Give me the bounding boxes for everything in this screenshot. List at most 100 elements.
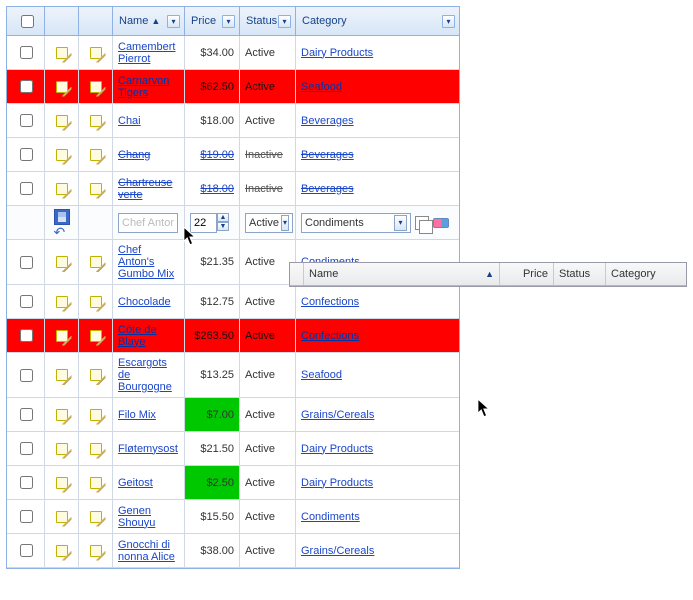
edit-icon[interactable]	[88, 407, 104, 423]
cell-edit2[interactable]	[79, 104, 113, 137]
cell-edit2[interactable]	[79, 432, 113, 465]
row-checkbox[interactable]	[20, 476, 33, 489]
chevron-down-icon[interactable]: ▾	[222, 15, 235, 28]
table-row[interactable]: Camembert Pierrot$34.00ActiveDairy Produ…	[7, 36, 459, 70]
cell-edit1[interactable]	[45, 432, 79, 465]
row-checkbox[interactable]	[20, 544, 33, 557]
cell-name[interactable]: Escargots de Bourgogne	[113, 353, 185, 397]
cell-checkbox[interactable]	[7, 398, 45, 431]
cell-name[interactable]: Gnocchi di nonna Alice	[113, 534, 185, 567]
small-header-price[interactable]: Price	[500, 263, 554, 285]
chevron-down-icon[interactable]: ▾	[278, 15, 291, 28]
cell-category[interactable]: Dairy Products	[296, 466, 459, 499]
edit-icon[interactable]	[54, 147, 70, 163]
cell-edit2[interactable]	[79, 240, 113, 284]
row-checkbox[interactable]	[20, 182, 33, 195]
cell-edit1[interactable]	[45, 36, 79, 69]
cell-checkbox[interactable]	[7, 285, 45, 318]
name-input[interactable]	[118, 213, 178, 233]
cell-edit1[interactable]	[45, 319, 79, 352]
edit-icon[interactable]	[88, 328, 104, 344]
cell-category[interactable]: Beverages	[296, 104, 459, 137]
edit-icon[interactable]	[54, 441, 70, 457]
cell-edit2[interactable]	[79, 70, 113, 103]
cell-edit1[interactable]	[45, 172, 79, 205]
cell-checkbox[interactable]	[7, 104, 45, 137]
row-checkbox[interactable]	[20, 148, 33, 161]
edit-icon[interactable]	[88, 147, 104, 163]
edit-icon[interactable]	[88, 254, 104, 270]
cell-category[interactable]: Grains/Cereals	[296, 534, 459, 567]
row-checkbox[interactable]	[20, 295, 33, 308]
row-checkbox[interactable]	[20, 80, 33, 93]
cell-edit2[interactable]	[79, 138, 113, 171]
edit-icon[interactable]	[54, 113, 70, 129]
header-category[interactable]: Category ▾	[296, 7, 459, 35]
edit-icon[interactable]	[54, 407, 70, 423]
cell-name[interactable]: Genen Shouyu	[113, 500, 185, 533]
cell-checkbox[interactable]	[7, 138, 45, 171]
edit-icon[interactable]	[54, 45, 70, 61]
cell-category[interactable]: Confections	[296, 285, 459, 318]
category-combobox[interactable]: Condiments▾	[301, 213, 411, 233]
cell-category[interactable]: Grains/Cereals	[296, 398, 459, 431]
cell-edit2[interactable]	[79, 534, 113, 567]
cell-checkbox[interactable]	[7, 319, 45, 352]
chevron-down-icon[interactable]: ▾	[394, 215, 407, 231]
table-row[interactable]: Côte de Blaye$263.50ActiveConfections	[7, 319, 459, 353]
edit-icon[interactable]	[88, 509, 104, 525]
copy-icon[interactable]	[415, 216, 429, 230]
cell-checkbox[interactable]	[7, 172, 45, 205]
chevron-down-icon[interactable]: ▾	[281, 215, 289, 231]
cell-category[interactable]: Seafood	[296, 353, 459, 397]
cell-name[interactable]: Chang	[113, 138, 185, 171]
edit-icon[interactable]	[54, 79, 70, 95]
cell-category[interactable]: Dairy Products	[296, 36, 459, 69]
cell-checkbox[interactable]	[7, 240, 45, 284]
cell-edit1[interactable]	[45, 466, 79, 499]
edit-icon[interactable]	[54, 367, 70, 383]
cell-checkbox[interactable]	[7, 534, 45, 567]
cell-category[interactable]: Confections	[296, 319, 459, 352]
table-row[interactable]: Filo Mix$7.00ActiveGrains/Cereals	[7, 398, 459, 432]
chevron-down-icon[interactable]: ▾	[442, 15, 455, 28]
edit-icon[interactable]	[88, 113, 104, 129]
edit-icon[interactable]	[54, 328, 70, 344]
cell-edit2[interactable]	[79, 285, 113, 318]
spin-up-icon[interactable]: ▲	[217, 213, 229, 222]
row-checkbox[interactable]	[20, 510, 33, 523]
cell-edit1[interactable]	[45, 138, 79, 171]
spin-buttons[interactable]: ▲▼	[217, 213, 229, 233]
cell-edit2[interactable]	[79, 172, 113, 205]
edit-icon[interactable]	[88, 367, 104, 383]
cell-name[interactable]: Filo Mix	[113, 398, 185, 431]
cell-edit2[interactable]	[79, 36, 113, 69]
table-row[interactable]: Gnocchi di nonna Alice$38.00ActiveGrains…	[7, 534, 459, 568]
edit-icon[interactable]	[88, 79, 104, 95]
price-input[interactable]	[190, 213, 217, 233]
cell-edit2[interactable]	[79, 319, 113, 352]
cell-edit1[interactable]	[45, 500, 79, 533]
header-status[interactable]: Status ▾	[240, 7, 296, 35]
table-row[interactable]: Genen Shouyu$15.50ActiveCondiments	[7, 500, 459, 534]
cell-name[interactable]: Carnarvon Tigers	[113, 70, 185, 103]
table-row[interactable]: Chai$18.00ActiveBeverages	[7, 104, 459, 138]
cell-name[interactable]: Camembert Pierrot	[113, 36, 185, 69]
table-row[interactable]: Geitost$2.50ActiveDairy Products	[7, 466, 459, 500]
small-header-name[interactable]: Name ▲	[304, 263, 500, 285]
cell-name[interactable]: Chai	[113, 104, 185, 137]
edit-icon[interactable]	[88, 45, 104, 61]
row-checkbox[interactable]	[20, 46, 33, 59]
cell-category[interactable]: Beverages	[296, 172, 459, 205]
edit-icon[interactable]	[88, 441, 104, 457]
table-row[interactable]: Escargots de Bourgogne$13.25ActiveSeafoo…	[7, 353, 459, 398]
edit-icon[interactable]	[54, 509, 70, 525]
cell-name[interactable]: Chartreuse verte	[113, 172, 185, 205]
row-checkbox[interactable]	[20, 329, 33, 342]
small-header-category[interactable]: Category	[606, 263, 686, 285]
cell-edit2[interactable]	[79, 353, 113, 397]
header-name[interactable]: Name▲ ▾	[113, 7, 185, 35]
table-row[interactable]: Fløtemysost$21.50ActiveDairy Products	[7, 432, 459, 466]
spin-down-icon[interactable]: ▼	[217, 222, 229, 231]
cell-edit2[interactable]	[79, 500, 113, 533]
